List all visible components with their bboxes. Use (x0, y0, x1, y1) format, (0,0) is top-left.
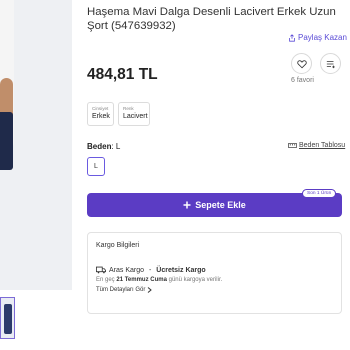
size-chart-link[interactable]: Beden Tablosu (288, 142, 345, 149)
carrier-name: Aras Kargo (109, 266, 145, 274)
share-icon (289, 33, 295, 42)
size-option-l[interactable]: L (87, 157, 105, 176)
attribute-value: Erkek (92, 113, 110, 120)
add-to-list-button[interactable] (320, 53, 341, 74)
eta-date: 21 Temmuz Cuma (116, 277, 167, 283)
model-shorts (0, 112, 13, 170)
shipping-details-link[interactable]: Tüm Detayları Gör (96, 287, 153, 293)
ruler-icon (288, 143, 297, 148)
heart-icon (296, 59, 307, 68)
shipping-info-card: Kargo Bilgileri Aras Kargo - Ücretsiz Ka… (87, 232, 342, 314)
carrier-separator: - (147, 266, 154, 274)
attribute-gender: Cinsiyet Erkek (87, 102, 114, 126)
shipping-eta: En geç 21 Temmuz Cuma günü kargoya veril… (96, 277, 222, 283)
eta-prefix: En geç (96, 277, 117, 283)
size-label: Beden: L (87, 142, 120, 151)
thumbnail-figure (4, 304, 12, 334)
attribute-value: Lacivert (123, 113, 148, 120)
share-label: Paylaş Kazan (298, 33, 347, 42)
product-main-image[interactable] (0, 0, 72, 290)
shipping-title: Kargo Bilgileri (96, 242, 140, 249)
size-selected: : L (111, 142, 121, 151)
size-chart-label: Beden Tablosu (299, 142, 346, 149)
attribute-color: Renk Lacivert (118, 102, 150, 126)
size-label-prefix: Beden (87, 142, 112, 151)
shipping-carrier-line: Aras Kargo - Ücretsiz Kargo (96, 266, 206, 274)
add-to-cart-label: Sepete Ekle (195, 200, 246, 210)
stock-badge: Son 1 Ürün (302, 189, 337, 198)
chevron-right-icon (148, 287, 153, 293)
share-button[interactable]: Paylaş Kazan (288, 33, 347, 42)
free-shipping-label: Ücretsiz Kargo (156, 266, 206, 274)
details-label: Tüm Detayları Gör (96, 287, 146, 293)
list-add-icon (326, 60, 335, 68)
product-price: 484,81 TL (87, 66, 158, 83)
product-thumbnail[interactable] (0, 297, 15, 339)
plus-icon (183, 201, 191, 209)
favorite-count: 6 favori (291, 77, 314, 84)
eta-suffix: günü kargoya verilir. (166, 277, 223, 283)
favorite-button[interactable] (291, 53, 312, 74)
product-title: Haşema Mavi Dalga Desenli Lacivert Erkek… (87, 6, 336, 32)
truck-icon (96, 266, 106, 274)
